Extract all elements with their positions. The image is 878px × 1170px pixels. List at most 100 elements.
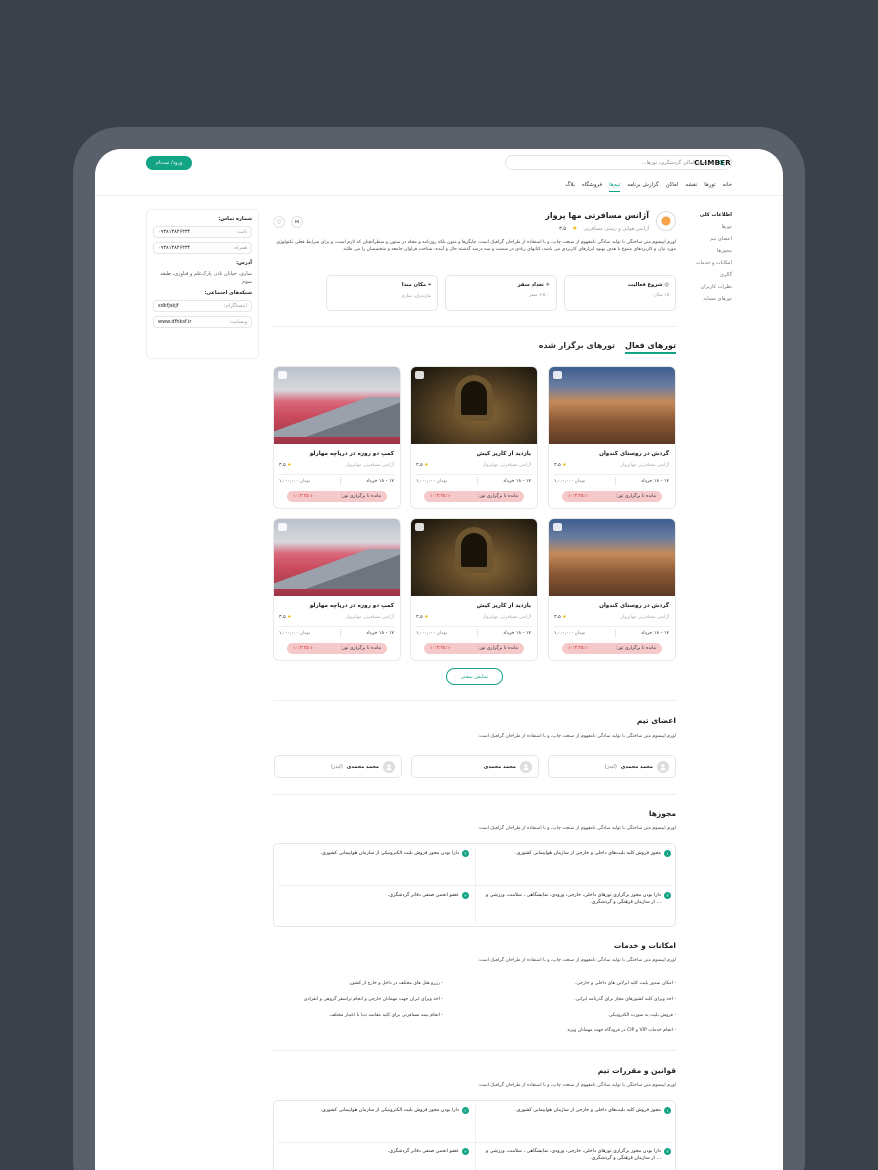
main-nav: خانه تورها نقشه اماکن گزارش برنامه تیم‌ه… — [565, 182, 732, 192]
service-item: - انجام بیمه مسافرتی برای کلیه مقاصد دنی… — [328, 1013, 443, 1018]
nav-teams[interactable]: تیم‌ها — [609, 182, 621, 192]
login-button[interactable]: ورود/ ثبت‌نام — [146, 156, 192, 170]
instagram-value: sdkfjskjf — [158, 303, 179, 309]
tour-rating: ★ ۳.۵ — [279, 463, 292, 468]
tour-agency: آژانس مسافرتی مهاپرواز — [620, 463, 669, 468]
agency-meta: آژانس هوایی و زمینی مسافرتی ★ ۳.۵ — [559, 225, 649, 232]
tab-active-tours[interactable]: تورهای فعال — [625, 341, 676, 354]
rule-item: ۴ عضو انجمن صنفی دفاتر گردشگری. — [279, 1148, 469, 1155]
service-item: - امکان صدور بلیت کلیه ایرلاین های داخلی… — [574, 981, 676, 986]
search-input[interactable]: جستجوی اماکن گردشگری، تورها... — [505, 155, 732, 170]
gallery-icon[interactable] — [278, 523, 287, 531]
star-icon: ★ — [287, 615, 292, 620]
sidebar-item-gallery[interactable]: گالری — [680, 272, 732, 278]
contact-panel: شماره تماس: ثابت: ۰۹۳۸۱۳۸۴۶۳۳۴ همراه: ۰۹۳۸… — [146, 209, 259, 359]
tour-card[interactable]: بازدید از کاریز کیش آژانس مسافرتی مهاپروا… — [410, 366, 538, 509]
gallery-icon[interactable] — [415, 371, 424, 379]
sidebar-item-reviews[interactable]: نظرات کاربران — [680, 284, 732, 290]
nav-divider — [95, 195, 783, 196]
tour-price: تومان ۱,۰۰۰,۰۰۰ — [554, 631, 586, 636]
nav-report[interactable]: گزارش برنامه — [627, 182, 658, 192]
gallery-icon[interactable] — [278, 371, 287, 379]
sidebar-item-licenses[interactable]: مجوزها — [680, 248, 732, 254]
gallery-icon[interactable] — [553, 371, 562, 379]
nav-shop[interactable]: فروشگاه — [582, 182, 602, 192]
tour-card[interactable]: گردش در روستای کندوان آژانس مسافرتی مهاپر… — [548, 518, 676, 661]
service-item: - اخذ ویزای کلیه کشورهای مجاز برای گذرنا… — [574, 997, 676, 1002]
mobile-value: ۰۹۳۸۱۳۸۴۶۳۳۴ — [158, 245, 191, 251]
heart-icon[interactable]: ♡ — [273, 216, 285, 228]
mobile-field[interactable]: همراه: ۰۹۳۸۱۳۸۴۶۳۳۴ — [153, 242, 252, 254]
stat-origin-value: مازندران، ساری — [400, 294, 431, 299]
tour-rating: ★ ۳.۵ — [554, 463, 567, 468]
stat-trips-value: ۵۰۰+ سفر — [529, 293, 550, 298]
team-member[interactable]: محمد محمدی (لیدر) — [548, 755, 676, 778]
team-member[interactable]: محمد محمدی — [411, 755, 539, 778]
license-item: ۲ دارا بودن مجوز فروش بلیت الکترونیکی از … — [279, 850, 469, 857]
stat-trips: ✈ تعداد سفر ۵۰۰+ سفر — [445, 275, 557, 311]
licenses-title: مجوزها — [648, 809, 676, 818]
rules-title: قوانین و مقررات تیم — [597, 1066, 676, 1075]
service-item: - رزرو هتل های مختلف در داخل و خارج از ک… — [348, 981, 443, 986]
sidebar: اطلاعات کلی تورها اعضای تیم مجوزها امکان… — [680, 212, 732, 308]
service-item: - انجام خدمات VIP و CIP در فرودگاه جهت م… — [566, 1028, 676, 1033]
divider — [273, 326, 676, 327]
nav-map[interactable]: نقشه — [685, 182, 697, 192]
phone-field[interactable]: ثابت: ۰۹۳۸۱۳۸۴۶۳۳۴ — [153, 226, 252, 238]
avatar — [383, 760, 395, 773]
contact-title: شماره تماس: — [218, 216, 252, 222]
instagram-field[interactable]: اینستاگرام: sdkfjskjf — [153, 300, 252, 312]
gallery-icon[interactable] — [415, 523, 424, 531]
tour-image — [549, 367, 675, 444]
nav-home[interactable]: خانه — [723, 182, 732, 192]
sidebar-item-similar[interactable]: تورهای مشابه — [680, 296, 732, 302]
member-name: محمد محمدی — [620, 763, 653, 770]
tour-agency: آژانس مسافرتی مهاپرواز — [620, 615, 669, 620]
sidebar-item-services[interactable]: امکانات و خدمات — [680, 260, 732, 266]
website-field[interactable]: وبسایت: www.dfhksf.ir — [153, 316, 252, 328]
nav-places[interactable]: اماکن — [666, 182, 679, 192]
team-title: اعضای تیم — [636, 716, 676, 725]
tour-card[interactable]: کمپ دو روزه در دریاچه مهارلو آژانس مسافرت… — [273, 518, 401, 661]
tour-agency: آژانس مسافرتی مهاپرواز — [482, 463, 531, 468]
licenses-description: لورم ایپسوم متن ساختگی با تولید سادگی نا… — [477, 826, 676, 831]
tour-title: گردش در روستای کندوان — [599, 603, 669, 609]
website-value: www.dfhksf.ir — [158, 319, 192, 325]
tour-card[interactable]: کمپ دو روزه در دریاچه مهارلو آژانس مسافرت… — [273, 366, 401, 509]
tour-date: ۱۷ - ۱۸ خرداد — [641, 479, 669, 484]
tour-agency: آژانس مسافرتی مهاپرواز — [482, 615, 531, 620]
tour-card[interactable]: گردش در روستای کندوان آژانس مسافرتی مهاپر… — [548, 366, 676, 509]
star-icon: ★ — [562, 463, 567, 468]
licenses-box: ۱ مجوز فروش کلیه بلیت‌های داخلی و خارجی ا… — [273, 843, 676, 927]
gallery-icon[interactable] — [553, 523, 562, 531]
tour-title: بازدید از کاریز کیش — [476, 451, 531, 457]
sidebar-item-team[interactable]: اعضای تیم — [680, 236, 732, 242]
tour-title: کمپ دو روزه در دریاچه مهارلو — [309, 603, 394, 609]
sidebar-item-info[interactable]: اطلاعات کلی — [680, 212, 732, 218]
countdown-badge: مانده تا برگزاری تور: ۱۰:۳:۲۵:۱۰ — [287, 491, 387, 502]
tour-image — [411, 367, 537, 444]
tour-rating: ★ ۳.۵ — [416, 463, 429, 468]
tab-past-tours[interactable]: تورهای برگزار شده — [539, 341, 615, 354]
pin-icon: ⌖ — [428, 282, 431, 288]
divider — [273, 700, 676, 701]
stat-started: ◎ شروع فعالیت ۱۵ سال — [564, 275, 676, 311]
sidebar-item-tours[interactable]: تورها — [680, 224, 732, 230]
top-bar: CLIMBER جستجوی اماکن گردشگری، تورها... و… — [95, 149, 783, 179]
team-member[interactable]: محمد محمدی (لیدر) — [274, 755, 402, 778]
tour-price: تومان ۱,۰۰۰,۰۰۰ — [279, 631, 311, 636]
agency-name: آژانس مسافرتی مها پرواز — [545, 211, 649, 220]
nav-tours[interactable]: تورها — [704, 182, 715, 192]
license-item: ۴ عضو انجمن صنفی دفاتر گردشگری. — [279, 892, 469, 899]
rule-item: ۱ مجوز فروش کلیه بلیت‌های داخلی و خارجی ا… — [481, 1107, 671, 1114]
tour-date: ۱۷ - ۱۸ خرداد — [366, 479, 394, 484]
phone-label: ثابت: — [236, 229, 247, 235]
show-more-button[interactable]: نمایش بیشتر — [446, 668, 503, 685]
website-label: وبسایت: — [229, 319, 247, 325]
tour-card[interactable]: بازدید از کاریز کیش آژانس مسافرتی مهاپروا… — [410, 518, 538, 661]
member-role: (لیدر) — [330, 763, 343, 770]
share-icon[interactable]: ⋈ — [291, 216, 303, 228]
nav-blog[interactable]: بلاگ — [565, 182, 575, 192]
plane-icon: ✈ — [545, 282, 550, 288]
agency-type: آژانس هوایی و زمینی مسافرتی — [583, 225, 649, 232]
